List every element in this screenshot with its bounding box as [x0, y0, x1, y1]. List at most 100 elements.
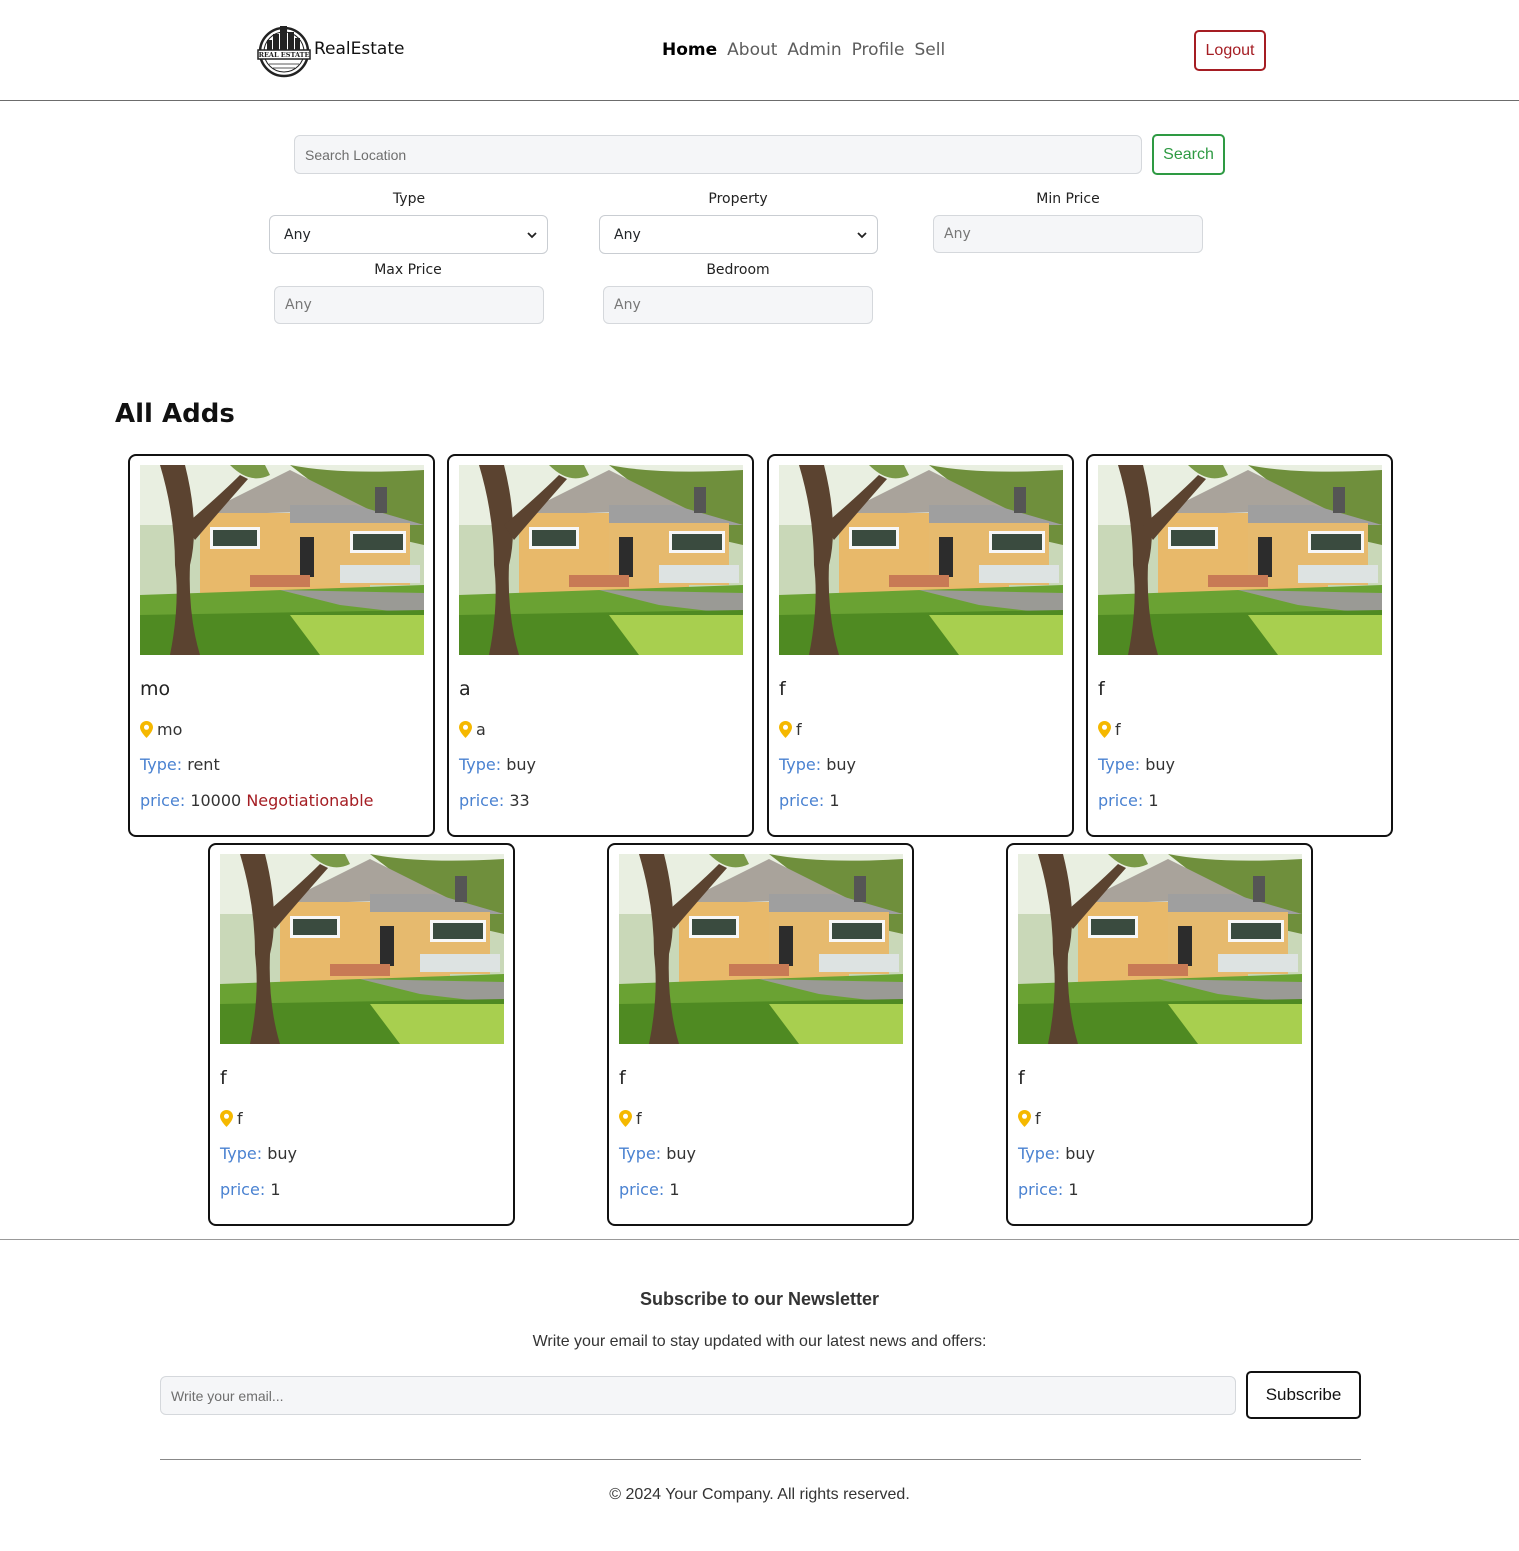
- bedroom-label: Bedroom: [706, 262, 770, 278]
- type-label: Type:: [1098, 755, 1141, 774]
- listing-image[interactable]: [140, 465, 424, 655]
- listing-title: f: [619, 1067, 626, 1089]
- house-photo: [220, 854, 504, 1044]
- copyright-divider: [160, 1459, 1361, 1460]
- listing-image[interactable]: [619, 854, 903, 1044]
- location-pin-icon: [779, 721, 792, 738]
- price-label: price:: [779, 791, 825, 810]
- listing-price-value: 1: [669, 1180, 680, 1199]
- listing-type: Type: buy: [1018, 1144, 1095, 1163]
- listing-card[interactable]: f f Type: buy price: 1: [607, 843, 914, 1226]
- type-filter-label: Type: [392, 191, 426, 207]
- newsletter-subtitle: Write your email to stay updated with ou…: [532, 1333, 987, 1350]
- nav-home[interactable]: Home: [662, 40, 717, 60]
- listing-image[interactable]: [779, 465, 1063, 655]
- listing-title: a: [459, 678, 471, 700]
- listing-price: price: 10000 Negotiationable: [140, 791, 374, 810]
- nav-profile[interactable]: Profile: [852, 40, 905, 60]
- type-select-value: Any: [284, 226, 311, 243]
- listing-location-text: a: [476, 720, 486, 739]
- nav-admin[interactable]: Admin: [787, 40, 841, 60]
- copyright-text: © 2024 Your Company. All rights reserved…: [609, 1486, 910, 1503]
- type-label: Type:: [619, 1144, 662, 1163]
- min-price-input[interactable]: [933, 215, 1203, 253]
- type-label: Type:: [779, 755, 822, 774]
- brand[interactable]: REAL ESTATE RealEstate: [255, 20, 404, 80]
- logout-button[interactable]: Logout: [1194, 30, 1266, 71]
- listing-location: f: [1098, 720, 1121, 739]
- house-photo: [619, 854, 903, 1044]
- property-select[interactable]: Any: [599, 215, 878, 254]
- listing-price: price: 1: [619, 1180, 680, 1199]
- listing-card[interactable]: f f Type: buy price: 1: [1086, 454, 1393, 837]
- chevron-down-icon: [857, 232, 867, 239]
- listing-type-value: buy: [666, 1144, 696, 1163]
- listing-price-value: 10000: [190, 791, 242, 810]
- bedroom-input[interactable]: [603, 286, 873, 324]
- nav-about[interactable]: About: [727, 40, 777, 60]
- listing-title: f: [1018, 1067, 1025, 1089]
- type-label: Type:: [1018, 1144, 1061, 1163]
- listing-type: Type: buy: [619, 1144, 696, 1163]
- nav-sell[interactable]: Sell: [914, 40, 945, 60]
- price-label: price:: [140, 791, 186, 810]
- real-estate-logo-icon: REAL ESTATE: [257, 26, 311, 78]
- listing-card[interactable]: mo mo Type: rent price: 10000 Negotiationab…: [128, 454, 435, 837]
- listing-price-value: 1: [270, 1180, 281, 1199]
- listing-type: Type: buy: [220, 1144, 297, 1163]
- location-pin-icon: [1098, 721, 1111, 738]
- listing-image[interactable]: [459, 465, 743, 655]
- listing-location-text: f: [237, 1109, 243, 1128]
- listing-price-value: 1: [1068, 1180, 1079, 1199]
- listing-card[interactable]: f f Type: buy price: 1: [1006, 843, 1313, 1226]
- listing-price-value: 1: [829, 791, 840, 810]
- search-location-input[interactable]: [294, 135, 1142, 174]
- negotiable-badge: Negotiationable: [246, 791, 374, 810]
- search-button[interactable]: Search: [1152, 134, 1225, 175]
- listing-type-value: buy: [1065, 1144, 1095, 1163]
- listing-price: price: 1: [1018, 1180, 1079, 1199]
- house-photo: [1018, 854, 1302, 1044]
- listing-title: f: [779, 678, 786, 700]
- listing-type-value: buy: [1145, 755, 1175, 774]
- listing-image[interactable]: [1098, 465, 1382, 655]
- listing-location: a: [459, 720, 486, 739]
- listing-type: Type: buy: [1098, 755, 1175, 774]
- listing-type-value: buy: [826, 755, 856, 774]
- house-photo: [779, 465, 1063, 655]
- listing-type-value: rent: [187, 755, 220, 774]
- house-photo: [1098, 465, 1382, 655]
- listing-location-text: f: [636, 1109, 642, 1128]
- footer-divider: [0, 1239, 1519, 1240]
- brand-name: RealEstate: [314, 39, 405, 59]
- location-pin-icon: [1018, 1110, 1031, 1127]
- listing-card[interactable]: f f Type: buy price: 1: [767, 454, 1074, 837]
- listing-type-value: buy: [506, 755, 536, 774]
- listing-title: f: [220, 1067, 227, 1089]
- listing-location-text: f: [796, 720, 802, 739]
- subscribe-button[interactable]: Subscribe: [1246, 1371, 1361, 1419]
- listing-location: f: [619, 1109, 642, 1128]
- site-header: REAL ESTATE RealEstate Home About Admin …: [0, 0, 1519, 101]
- listing-image[interactable]: [220, 854, 504, 1044]
- listings-title: All Adds: [115, 399, 235, 429]
- listing-location-text: f: [1115, 720, 1121, 739]
- listing-type: Type: buy: [779, 755, 856, 774]
- newsletter-email-input[interactable]: [160, 1376, 1236, 1415]
- house-photo: [459, 465, 743, 655]
- listing-image[interactable]: [1018, 854, 1302, 1044]
- newsletter-title: Subscribe to our Newsletter: [639, 1289, 880, 1309]
- listing-card[interactable]: a a Type: buy price: 33: [447, 454, 754, 837]
- location-pin-icon: [220, 1110, 233, 1127]
- location-pin-icon: [140, 721, 153, 738]
- listing-card[interactable]: f f Type: buy price: 1: [208, 843, 515, 1226]
- price-label: price:: [459, 791, 505, 810]
- house-photo: [140, 465, 424, 655]
- listing-title: f: [1098, 678, 1105, 700]
- property-filter-label: Property: [708, 191, 768, 207]
- svg-text:REAL ESTATE: REAL ESTATE: [259, 51, 310, 59]
- max-price-input[interactable]: [274, 286, 544, 324]
- type-select[interactable]: Any: [269, 215, 548, 254]
- listing-location-text: mo: [157, 720, 183, 739]
- chevron-down-icon: [527, 232, 537, 239]
